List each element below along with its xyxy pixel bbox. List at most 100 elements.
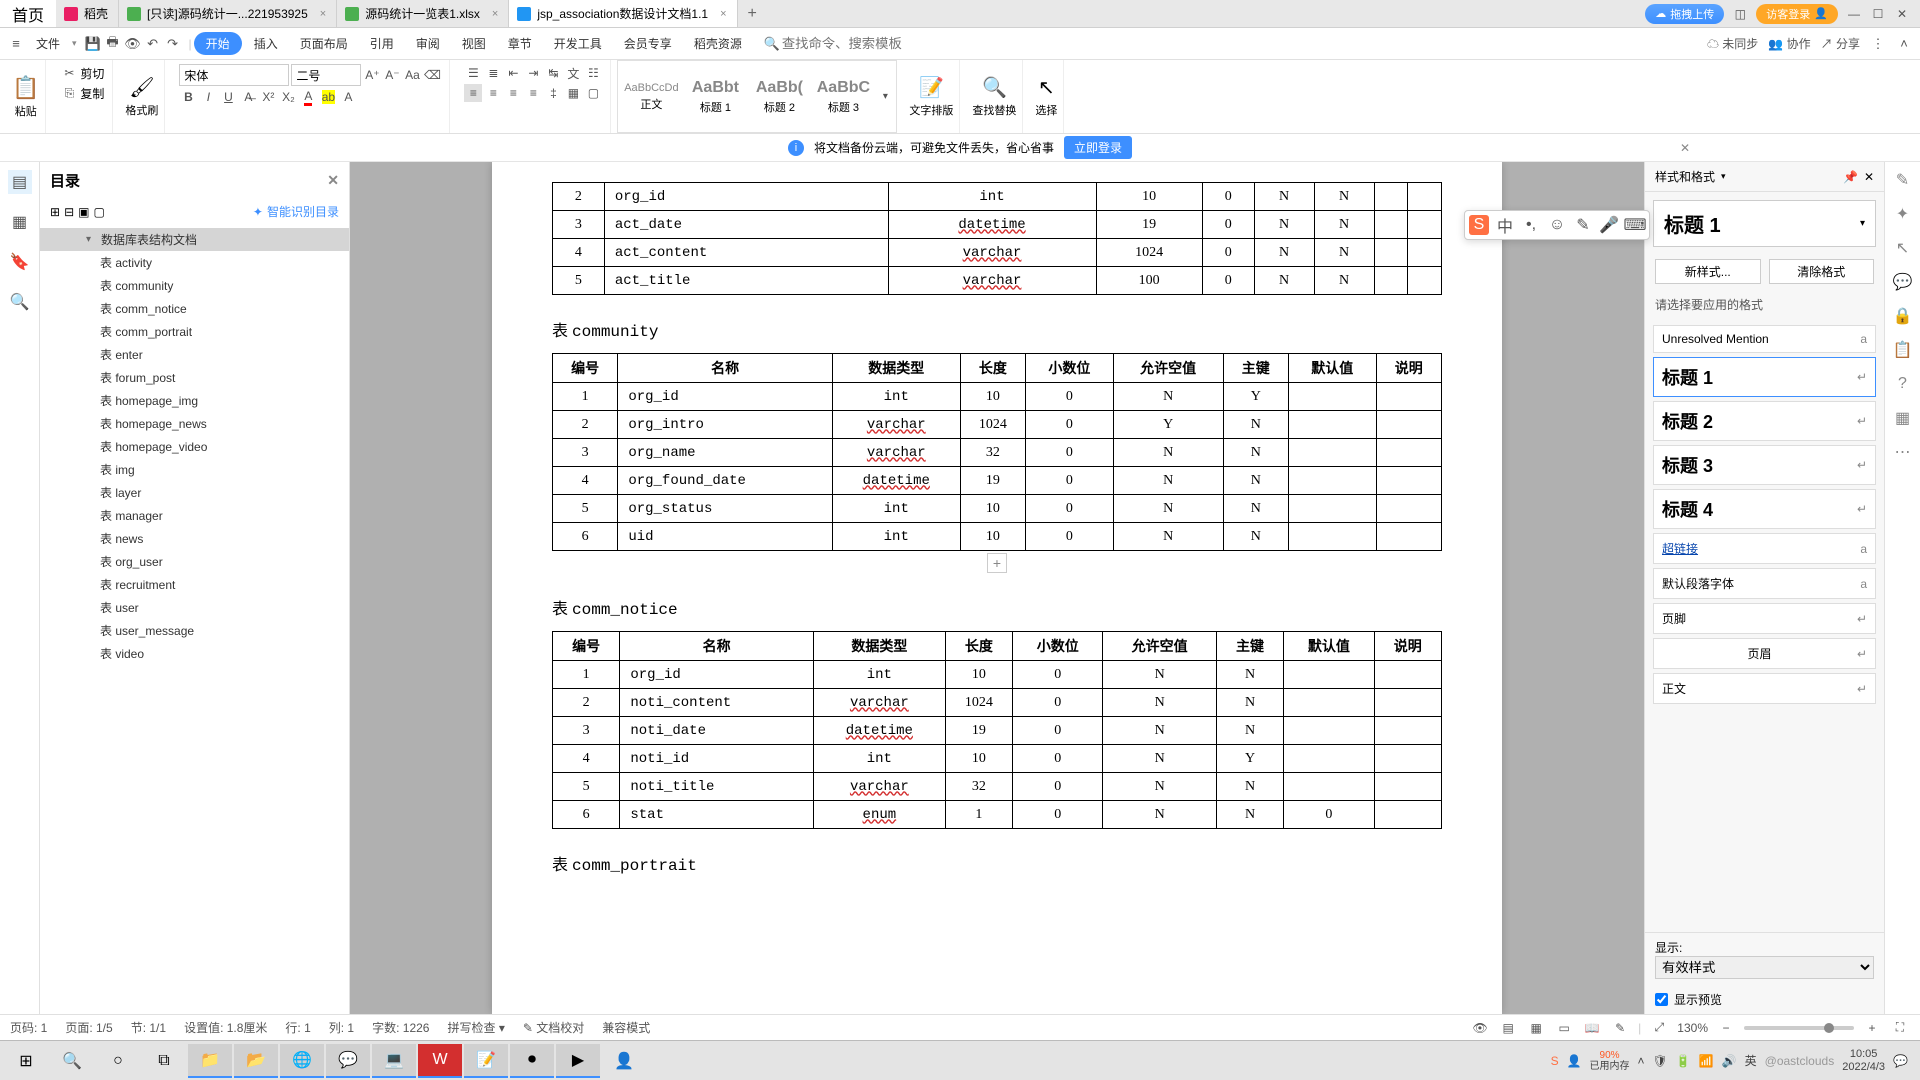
cell[interactable] xyxy=(1374,801,1441,829)
style-item[interactable]: Unresolved Mentiona xyxy=(1653,325,1876,353)
cell[interactable]: N xyxy=(1216,773,1283,801)
outline-view-icon[interactable]: ▭ xyxy=(1554,1019,1574,1037)
cell[interactable]: varchar xyxy=(813,689,945,717)
tab-member[interactable]: 会员专享 xyxy=(614,31,682,56)
cell[interactable]: 0 xyxy=(1026,383,1114,411)
user-avatar-icon[interactable]: 👤 xyxy=(602,1044,646,1078)
cell[interactable]: 0 xyxy=(1013,689,1103,717)
cell[interactable]: org_found_date xyxy=(618,467,833,495)
row[interactable]: 行: 1 xyxy=(285,1019,310,1036)
style-item[interactable]: 页眉↵ xyxy=(1653,638,1876,669)
close-banner-icon[interactable]: ✕ xyxy=(1680,141,1690,155)
print-icon[interactable]: 🖶 xyxy=(105,36,121,52)
cell[interactable] xyxy=(1374,689,1441,717)
cell[interactable] xyxy=(1376,467,1441,495)
cell[interactable]: 5 xyxy=(553,267,605,295)
add-row-button[interactable]: + xyxy=(987,553,1007,573)
cell[interactable]: noti_title xyxy=(620,773,814,801)
cloud-upload-button[interactable]: ☁拖拽上传 xyxy=(1645,4,1724,24)
cell[interactable]: act_content xyxy=(604,239,888,267)
style-normal[interactable]: AaBbCcDd正文 xyxy=(620,70,682,124)
outline-item[interactable]: 表 org_user xyxy=(40,550,349,573)
folder-icon[interactable]: 📂 xyxy=(234,1044,278,1078)
cell[interactable] xyxy=(1374,661,1441,689)
show-preview-checkbox[interactable] xyxy=(1655,993,1668,1006)
col-header[interactable]: 默认值 xyxy=(1284,632,1374,661)
outline-item[interactable]: 表 homepage_img xyxy=(40,389,349,412)
cell[interactable] xyxy=(1374,773,1441,801)
align-center-icon[interactable]: ≡ xyxy=(484,84,502,102)
cell[interactable]: N xyxy=(1223,523,1288,551)
tab-resource[interactable]: 稻壳资源 xyxy=(684,31,752,56)
zoom-slider[interactable] xyxy=(1744,1026,1854,1030)
bookmark-rail-icon[interactable]: 🔖 xyxy=(8,250,32,274)
tab-insert[interactable]: 插入 xyxy=(244,31,288,56)
style-item[interactable]: 标题 2↵ xyxy=(1653,401,1876,441)
tab-section[interactable]: 章节 xyxy=(498,31,542,56)
sogou-tray-icon[interactable]: S xyxy=(1551,1054,1559,1068)
web-layout-icon[interactable]: ▦ xyxy=(1526,1019,1546,1037)
cell[interactable]: datetime xyxy=(832,467,960,495)
cell[interactable]: N xyxy=(1223,495,1288,523)
tab-start[interactable]: 开始 xyxy=(194,32,242,55)
cell[interactable]: datetime xyxy=(888,211,1096,239)
close-panel-icon[interactable]: ✕ xyxy=(1864,170,1874,184)
tab-devtools[interactable]: 开发工具 xyxy=(544,31,612,56)
section[interactable]: 节: 1/1 xyxy=(131,1019,166,1036)
record-icon[interactable]: ⏺ xyxy=(510,1044,554,1078)
redo-icon[interactable]: ↷ xyxy=(165,36,181,52)
cell[interactable]: 19 xyxy=(960,467,1025,495)
collapse-ribbon-icon[interactable]: ˄ xyxy=(1896,36,1912,52)
change-case-icon[interactable]: Aa xyxy=(403,66,421,84)
command-search-input[interactable] xyxy=(782,36,922,52)
tray-shield-icon[interactable]: 🛡 xyxy=(1653,1054,1668,1068)
cell[interactable]: noti_date xyxy=(620,717,814,745)
outline-item[interactable]: 表 layer xyxy=(40,481,349,504)
cell[interactable]: Y xyxy=(1113,411,1223,439)
cell[interactable]: org_status xyxy=(618,495,833,523)
clock[interactable]: 10:052022/4/3 xyxy=(1842,1048,1885,1072)
smart-outline-button[interactable]: ✦智能识别目录 xyxy=(253,203,339,220)
cell[interactable]: N xyxy=(1223,411,1288,439)
cell[interactable]: 0 xyxy=(1026,467,1114,495)
cell[interactable]: N xyxy=(1103,745,1216,773)
hamburger-icon[interactable]: ≡ xyxy=(8,36,24,52)
clear-format-button[interactable]: 清除格式 xyxy=(1769,259,1875,284)
table-activity-partial[interactable]: 2org_idint100NN3act_datedatetime190NN4ac… xyxy=(552,182,1442,295)
col-header[interactable]: 数据类型 xyxy=(813,632,945,661)
cell[interactable]: enum xyxy=(813,801,945,829)
save-icon[interactable]: 💾 xyxy=(85,36,101,52)
new-tab-button[interactable]: + xyxy=(738,5,767,23)
outline-item[interactable]: 表 homepage_news xyxy=(40,412,349,435)
style-h2[interactable]: AaBb(标题 2 xyxy=(748,70,810,124)
cell[interactable]: 10 xyxy=(960,383,1025,411)
col-header[interactable]: 编号 xyxy=(553,354,618,383)
outline-item[interactable]: 表 comm_portrait xyxy=(40,320,349,343)
cell[interactable] xyxy=(1288,383,1376,411)
cell[interactable] xyxy=(1408,267,1442,295)
tab-icon[interactable]: ↹ xyxy=(544,64,562,82)
increase-font-icon[interactable]: A⁺ xyxy=(363,66,381,84)
minimize-icon[interactable]: — xyxy=(1846,6,1862,22)
select-button[interactable]: ↖选择 xyxy=(1029,60,1064,133)
ide-icon[interactable]: 💻 xyxy=(372,1044,416,1078)
cell[interactable]: 100 xyxy=(1096,267,1202,295)
cell[interactable]: org_intro xyxy=(618,411,833,439)
cell[interactable]: 3 xyxy=(553,211,605,239)
tab-view[interactable]: 视图 xyxy=(452,31,496,56)
cell[interactable]: 0 xyxy=(1013,773,1103,801)
cell[interactable]: 0 xyxy=(1202,183,1254,211)
pencil-icon[interactable]: ✎ xyxy=(1893,170,1913,190)
cell[interactable]: N xyxy=(1113,383,1223,411)
taskview-icon[interactable]: ⧉ xyxy=(142,1044,186,1078)
cortana-icon[interactable]: ○ xyxy=(96,1044,140,1078)
print-layout-icon[interactable]: ▤ xyxy=(1498,1019,1518,1037)
share-button[interactable]: ↗ 分享 xyxy=(1821,35,1860,52)
cell[interactable]: 3 xyxy=(553,717,620,745)
cell[interactable] xyxy=(1376,439,1441,467)
cell[interactable] xyxy=(1408,183,1442,211)
cell[interactable]: org_id xyxy=(618,383,833,411)
align-distribute-icon[interactable]: ☷ xyxy=(584,64,602,82)
tray-battery-icon[interactable]: 🔋 xyxy=(1676,1054,1691,1068)
cell[interactable]: uid xyxy=(618,523,833,551)
